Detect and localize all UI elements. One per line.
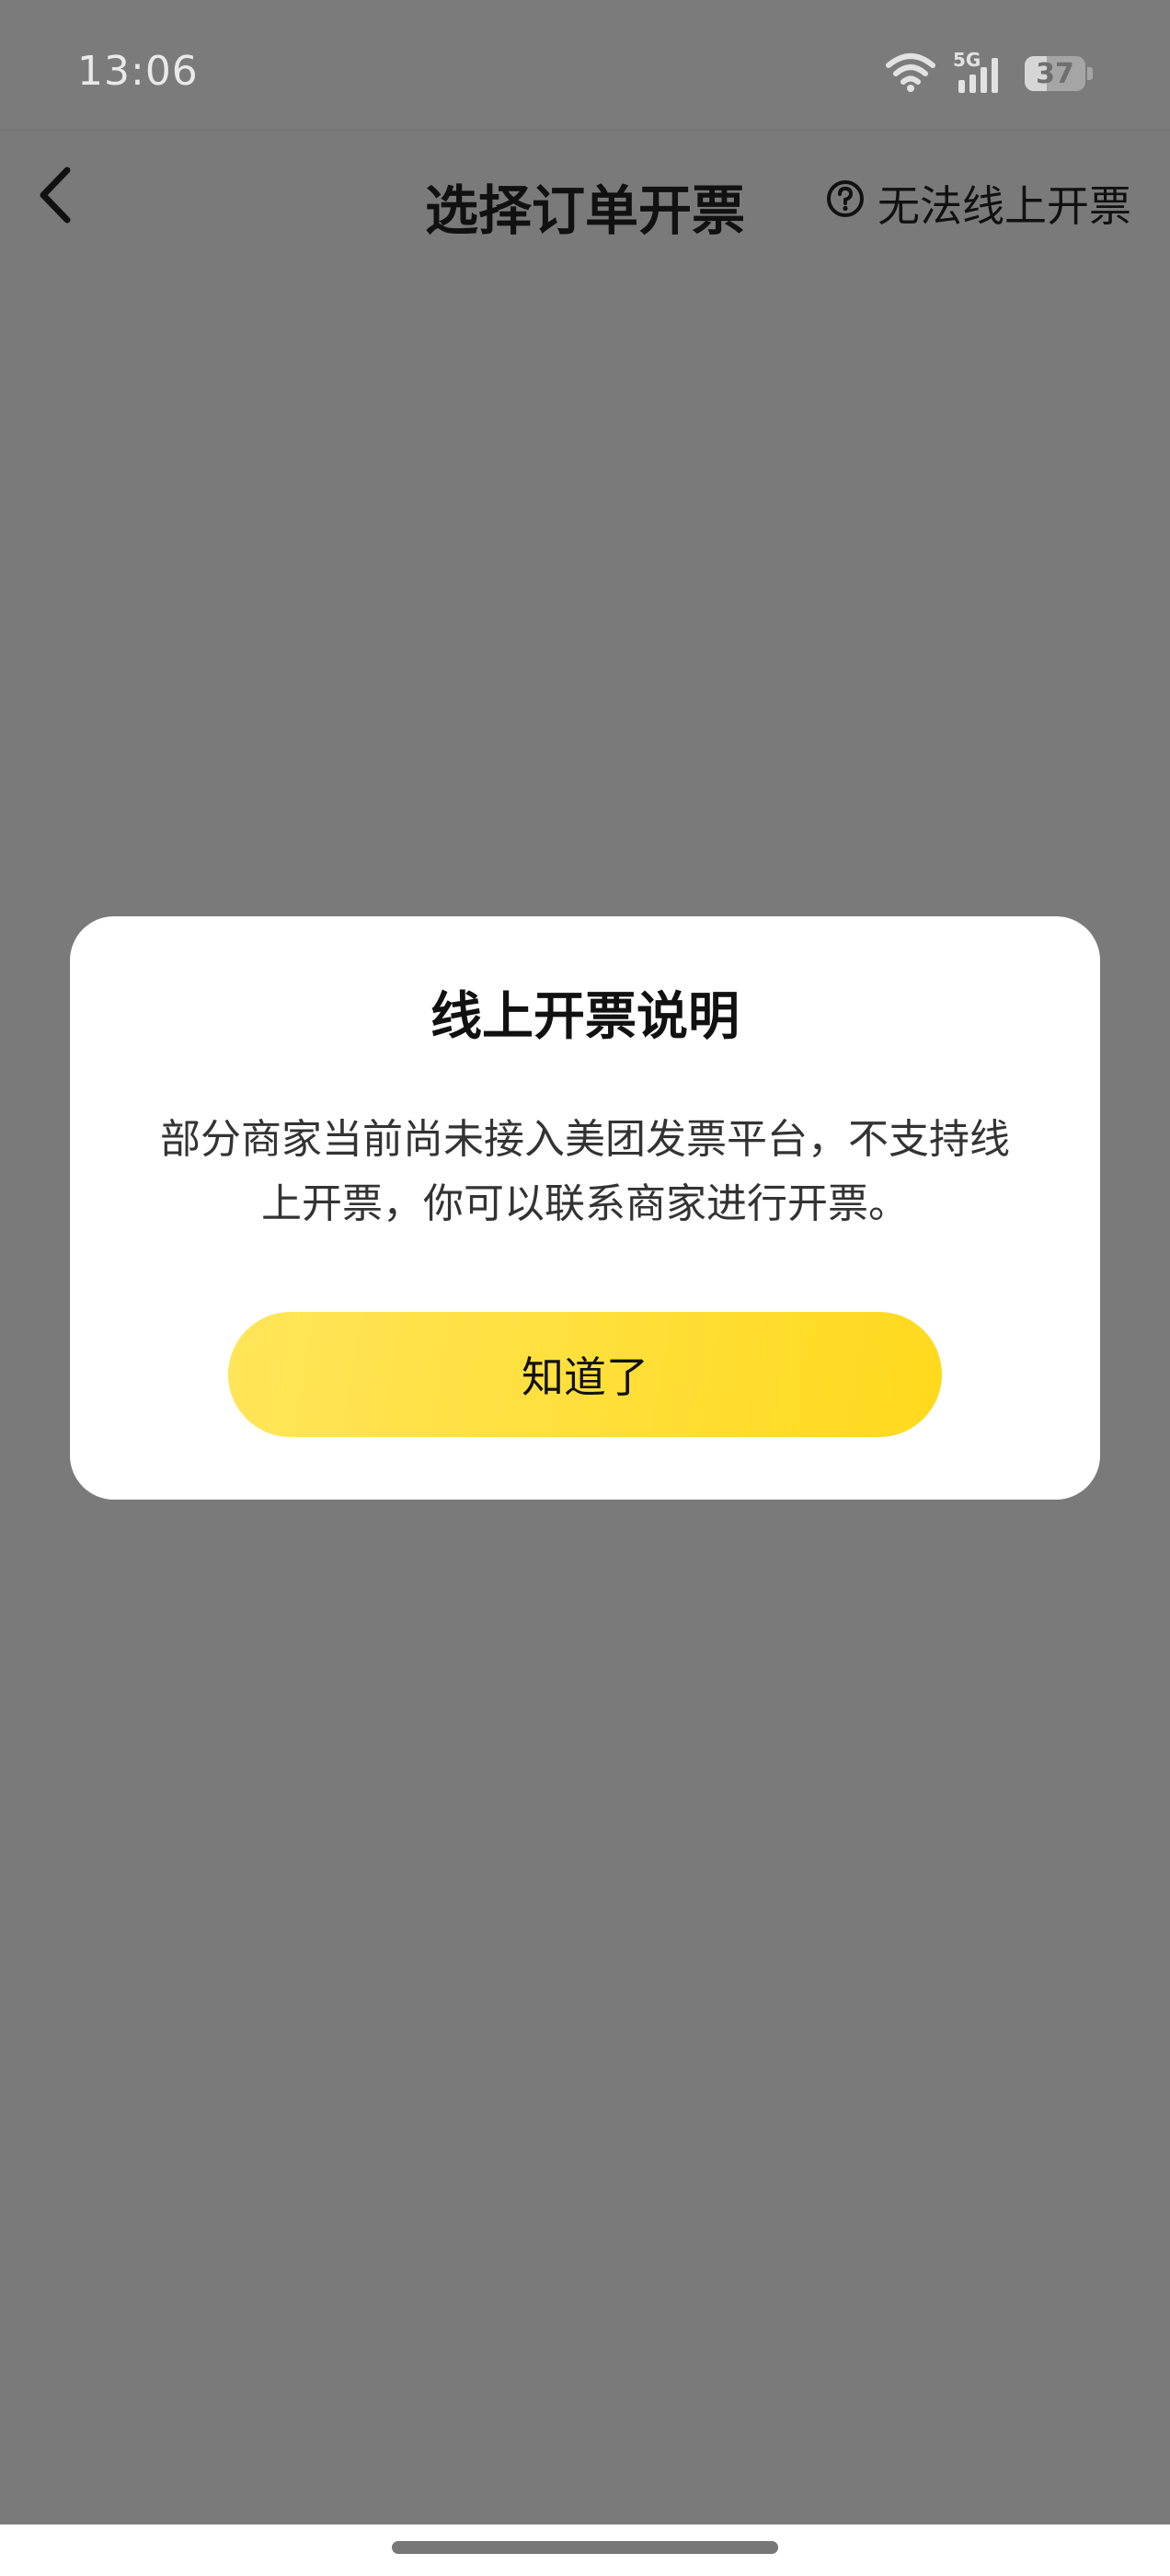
- dialog-title: 线上开票说明: [430, 987, 740, 1047]
- gesture-nav-bar: [0, 2524, 1170, 2576]
- status-bar: 13:06 5G 37: [0, 0, 1170, 131]
- home-indicator[interactable]: [392, 2541, 778, 2554]
- cannot-invoice-online-link[interactable]: 无法线上开票: [826, 173, 1131, 234]
- battery-percent: 37: [1036, 57, 1074, 90]
- online-invoice-info-dialog: 线上开票说明 部分商家当前尚未接入美团发票平台，不支持线上开票，你可以联系商家进…: [70, 916, 1100, 1500]
- top-navigation-bar: 选择订单开票 无法线上开票: [0, 131, 1170, 269]
- cellular-signal-icon: 5G: [953, 49, 1008, 97]
- status-time: 13:06: [77, 48, 199, 95]
- wifi-icon: [885, 51, 936, 97]
- battery-icon: 37: [1025, 56, 1093, 91]
- cannot-invoice-online-label: 无法线上开票: [878, 181, 1131, 231]
- dialog-message: 部分商家当前尚未接入美团发票平台，不支持线上开票，你可以联系商家进行开票。: [160, 1116, 1010, 1227]
- status-icons: 5G 37: [885, 49, 1093, 98]
- got-it-button[interactable]: 知道了: [228, 1312, 942, 1437]
- battery-tip: [1087, 67, 1093, 80]
- question-circle-icon: [826, 178, 865, 228]
